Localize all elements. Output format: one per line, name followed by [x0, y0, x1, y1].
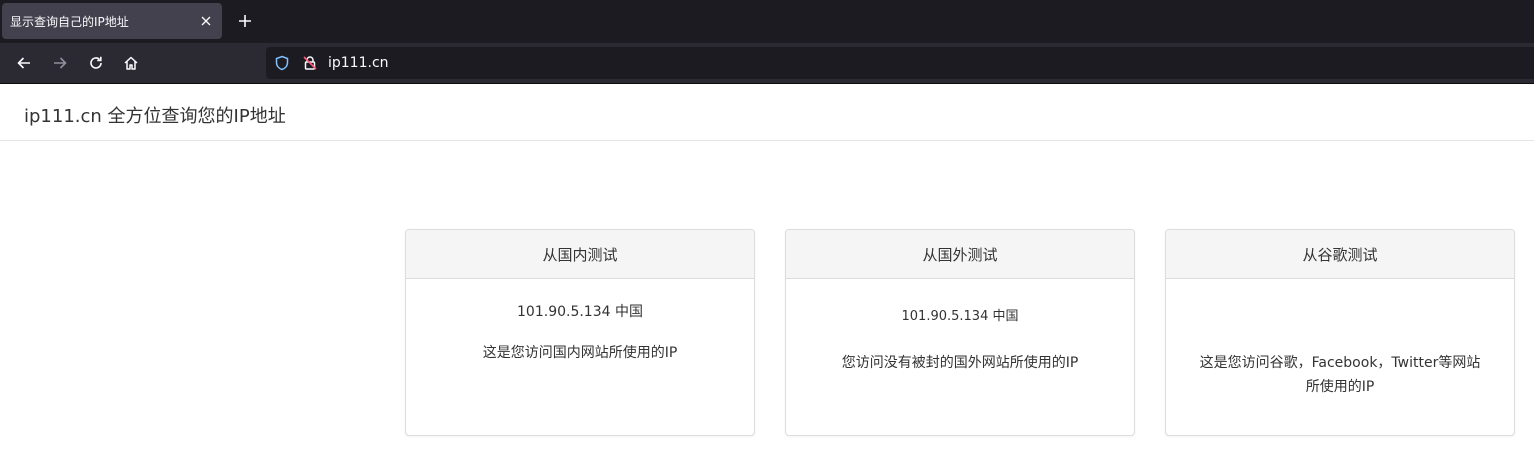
card-foreign-test: 从国外测试 101.90.5.134 中国 您访问没有被封的国外网站所使用的IP — [785, 229, 1135, 436]
ip-address-text: 101.90.5.134 中国 — [901, 309, 1019, 324]
site-brand[interactable]: ip111.cn 全方位查询您的IP地址 — [24, 102, 286, 128]
card-header: 从国外测试 — [786, 230, 1134, 279]
description-text-line1: 这是您访问谷歌，Facebook，Twitter等网站 — [1199, 355, 1481, 371]
site-navbar: ip111.cn 全方位查询您的IP地址 — [0, 84, 1534, 141]
card-header: 从国内测试 — [406, 230, 754, 279]
address-bar[interactable]: ip111.cn — [266, 47, 1534, 79]
shield-icon[interactable] — [274, 55, 290, 71]
forward-arrow-icon[interactable] — [49, 52, 71, 74]
description-text-line2: 所使用的IP — [1305, 379, 1375, 395]
card-body: 这是您访问谷歌，Facebook，Twitter等网站 所使用的IP — [1166, 279, 1514, 435]
description-text: 您访问没有被封的国外网站所使用的IP — [841, 355, 1079, 371]
ip-address-text: 101.90.5.134 中国 — [517, 304, 643, 320]
close-icon[interactable] — [198, 13, 214, 29]
browser-tab[interactable]: 显示查询自己的IP地址 — [2, 3, 222, 39]
url-text: ip111.cn — [328, 55, 389, 71]
card-body: 101.90.5.134 中国 这是您访问国内网站所使用的IP — [406, 279, 754, 435]
browser-tab-strip: 显示查询自己的IP地址 — [0, 0, 1534, 43]
insecure-lock-icon[interactable] — [302, 55, 318, 71]
card-domestic-test: 从国内测试 101.90.5.134 中国 这是您访问国内网站所使用的IP — [405, 229, 755, 436]
card-body: 101.90.5.134 中国 您访问没有被封的国外网站所使用的IP — [786, 279, 1134, 435]
card-header: 从谷歌测试 — [1166, 230, 1514, 279]
browser-toolbar: ip111.cn — [0, 43, 1534, 84]
tab-title: 显示查询自己的IP地址 — [10, 14, 129, 29]
home-icon[interactable] — [120, 52, 142, 74]
description-text: 这是您访问国内网站所使用的IP — [482, 345, 678, 361]
back-arrow-icon[interactable] — [13, 52, 35, 74]
reload-icon[interactable] — [85, 52, 107, 74]
card-google-test: 从谷歌测试 这是您访问谷歌，Facebook，Twitter等网站 所使用的IP — [1165, 229, 1515, 436]
new-tab-plus-icon[interactable] — [234, 10, 256, 32]
